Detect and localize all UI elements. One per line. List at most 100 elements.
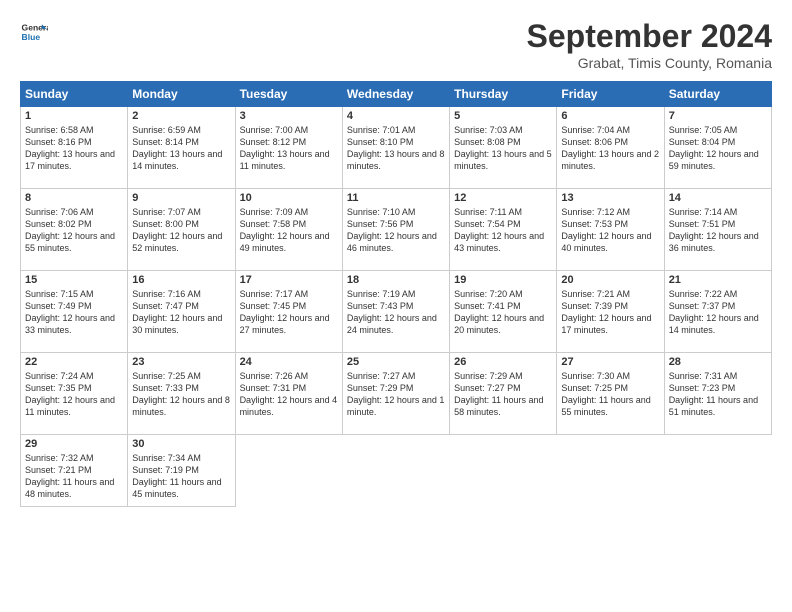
col-sunday: Sunday [21, 82, 128, 107]
table-row: 19 Sunrise: 7:20 AM Sunset: 7:41 PM Dayl… [450, 271, 557, 353]
cell-content: Sunrise: 7:31 AM Sunset: 7:23 PM Dayligh… [669, 370, 767, 419]
table-row: 5 Sunrise: 7:03 AM Sunset: 8:08 PM Dayli… [450, 107, 557, 189]
table-row: 12 Sunrise: 7:11 AM Sunset: 7:54 PM Dayl… [450, 189, 557, 271]
weekday-header-row: Sunday Monday Tuesday Wednesday Thursday… [21, 82, 772, 107]
day-number: 25 [347, 356, 445, 368]
day-number: 4 [347, 110, 445, 122]
cell-content: Sunrise: 7:27 AM Sunset: 7:29 PM Dayligh… [347, 370, 445, 419]
cell-content: Sunrise: 7:20 AM Sunset: 7:41 PM Dayligh… [454, 288, 552, 337]
cell-content: Sunrise: 7:09 AM Sunset: 7:58 PM Dayligh… [240, 206, 338, 255]
calendar-week-row: 15 Sunrise: 7:15 AM Sunset: 7:49 PM Dayl… [21, 271, 772, 353]
col-wednesday: Wednesday [342, 82, 449, 107]
day-number: 30 [132, 438, 230, 450]
title-block: September 2024 Grabat, Timis County, Rom… [527, 18, 772, 71]
day-number: 10 [240, 192, 338, 204]
day-number: 7 [669, 110, 767, 122]
table-row: 24 Sunrise: 7:26 AM Sunset: 7:31 PM Dayl… [235, 353, 342, 435]
day-number: 26 [454, 356, 552, 368]
cell-content: Sunrise: 7:14 AM Sunset: 7:51 PM Dayligh… [669, 206, 767, 255]
calendar-page: General Blue September 2024 Grabat, Timi… [0, 0, 792, 612]
table-row: 4 Sunrise: 7:01 AM Sunset: 8:10 PM Dayli… [342, 107, 449, 189]
table-row: 16 Sunrise: 7:16 AM Sunset: 7:47 PM Dayl… [128, 271, 235, 353]
table-row: 10 Sunrise: 7:09 AM Sunset: 7:58 PM Dayl… [235, 189, 342, 271]
cell-content: Sunrise: 7:30 AM Sunset: 7:25 PM Dayligh… [561, 370, 659, 419]
day-number: 24 [240, 356, 338, 368]
day-number: 3 [240, 110, 338, 122]
day-number: 29 [25, 438, 123, 450]
day-number: 14 [669, 192, 767, 204]
day-number: 2 [132, 110, 230, 122]
day-number: 13 [561, 192, 659, 204]
table-row: 1 Sunrise: 6:58 AM Sunset: 8:16 PM Dayli… [21, 107, 128, 189]
cell-content: Sunrise: 7:03 AM Sunset: 8:08 PM Dayligh… [454, 124, 552, 173]
day-number: 11 [347, 192, 445, 204]
logo: General Blue [20, 18, 48, 46]
table-row: 26 Sunrise: 7:29 AM Sunset: 7:27 PM Dayl… [450, 353, 557, 435]
col-saturday: Saturday [664, 82, 771, 107]
cell-content: Sunrise: 7:19 AM Sunset: 7:43 PM Dayligh… [347, 288, 445, 337]
day-number: 5 [454, 110, 552, 122]
col-tuesday: Tuesday [235, 82, 342, 107]
calendar-table: Sunday Monday Tuesday Wednesday Thursday… [20, 81, 772, 507]
calendar-week-row: 22 Sunrise: 7:24 AM Sunset: 7:35 PM Dayl… [21, 353, 772, 435]
cell-content: Sunrise: 7:32 AM Sunset: 7:21 PM Dayligh… [25, 452, 123, 501]
month-title: September 2024 [527, 18, 772, 55]
day-number: 22 [25, 356, 123, 368]
cell-content: Sunrise: 7:26 AM Sunset: 7:31 PM Dayligh… [240, 370, 338, 419]
col-monday: Monday [128, 82, 235, 107]
calendar-week-row: 29 Sunrise: 7:32 AM Sunset: 7:21 PM Dayl… [21, 435, 772, 507]
day-number: 9 [132, 192, 230, 204]
table-row: 6 Sunrise: 7:04 AM Sunset: 8:06 PM Dayli… [557, 107, 664, 189]
day-number: 20 [561, 274, 659, 286]
table-row: 23 Sunrise: 7:25 AM Sunset: 7:33 PM Dayl… [128, 353, 235, 435]
day-number: 16 [132, 274, 230, 286]
table-row: 28 Sunrise: 7:31 AM Sunset: 7:23 PM Dayl… [664, 353, 771, 435]
table-row: 9 Sunrise: 7:07 AM Sunset: 8:00 PM Dayli… [128, 189, 235, 271]
cell-content: Sunrise: 7:15 AM Sunset: 7:49 PM Dayligh… [25, 288, 123, 337]
table-row: 15 Sunrise: 7:15 AM Sunset: 7:49 PM Dayl… [21, 271, 128, 353]
table-row: 29 Sunrise: 7:32 AM Sunset: 7:21 PM Dayl… [21, 435, 128, 507]
cell-content: Sunrise: 7:22 AM Sunset: 7:37 PM Dayligh… [669, 288, 767, 337]
day-number: 8 [25, 192, 123, 204]
table-row: 18 Sunrise: 7:19 AM Sunset: 7:43 PM Dayl… [342, 271, 449, 353]
table-row: 14 Sunrise: 7:14 AM Sunset: 7:51 PM Dayl… [664, 189, 771, 271]
calendar-week-row: 8 Sunrise: 7:06 AM Sunset: 8:02 PM Dayli… [21, 189, 772, 271]
cell-content: Sunrise: 7:00 AM Sunset: 8:12 PM Dayligh… [240, 124, 338, 173]
table-row: 27 Sunrise: 7:30 AM Sunset: 7:25 PM Dayl… [557, 353, 664, 435]
cell-content: Sunrise: 7:25 AM Sunset: 7:33 PM Dayligh… [132, 370, 230, 419]
day-number: 15 [25, 274, 123, 286]
cell-content: Sunrise: 7:17 AM Sunset: 7:45 PM Dayligh… [240, 288, 338, 337]
day-number: 18 [347, 274, 445, 286]
day-number: 12 [454, 192, 552, 204]
table-row: 25 Sunrise: 7:27 AM Sunset: 7:29 PM Dayl… [342, 353, 449, 435]
day-number: 27 [561, 356, 659, 368]
day-number: 6 [561, 110, 659, 122]
cell-content: Sunrise: 6:59 AM Sunset: 8:14 PM Dayligh… [132, 124, 230, 173]
cell-content: Sunrise: 7:16 AM Sunset: 7:47 PM Dayligh… [132, 288, 230, 337]
table-row: 13 Sunrise: 7:12 AM Sunset: 7:53 PM Dayl… [557, 189, 664, 271]
cell-content: Sunrise: 7:06 AM Sunset: 8:02 PM Dayligh… [25, 206, 123, 255]
cell-content: Sunrise: 7:21 AM Sunset: 7:39 PM Dayligh… [561, 288, 659, 337]
table-row: 3 Sunrise: 7:00 AM Sunset: 8:12 PM Dayli… [235, 107, 342, 189]
table-row: 11 Sunrise: 7:10 AM Sunset: 7:56 PM Dayl… [342, 189, 449, 271]
table-row: 30 Sunrise: 7:34 AM Sunset: 7:19 PM Dayl… [128, 435, 235, 507]
day-number: 19 [454, 274, 552, 286]
table-row: 8 Sunrise: 7:06 AM Sunset: 8:02 PM Dayli… [21, 189, 128, 271]
table-row: 2 Sunrise: 6:59 AM Sunset: 8:14 PM Dayli… [128, 107, 235, 189]
cell-content: Sunrise: 7:04 AM Sunset: 8:06 PM Dayligh… [561, 124, 659, 173]
day-number: 17 [240, 274, 338, 286]
day-number: 23 [132, 356, 230, 368]
day-number: 1 [25, 110, 123, 122]
logo-icon: General Blue [20, 18, 48, 46]
cell-content: Sunrise: 6:58 AM Sunset: 8:16 PM Dayligh… [25, 124, 123, 173]
table-row: 20 Sunrise: 7:21 AM Sunset: 7:39 PM Dayl… [557, 271, 664, 353]
col-thursday: Thursday [450, 82, 557, 107]
cell-content: Sunrise: 7:11 AM Sunset: 7:54 PM Dayligh… [454, 206, 552, 255]
cell-content: Sunrise: 7:05 AM Sunset: 8:04 PM Dayligh… [669, 124, 767, 173]
day-number: 21 [669, 274, 767, 286]
table-row: 7 Sunrise: 7:05 AM Sunset: 8:04 PM Dayli… [664, 107, 771, 189]
cell-content: Sunrise: 7:01 AM Sunset: 8:10 PM Dayligh… [347, 124, 445, 173]
location: Grabat, Timis County, Romania [527, 55, 772, 71]
svg-text:Blue: Blue [22, 32, 41, 42]
table-row: 17 Sunrise: 7:17 AM Sunset: 7:45 PM Dayl… [235, 271, 342, 353]
